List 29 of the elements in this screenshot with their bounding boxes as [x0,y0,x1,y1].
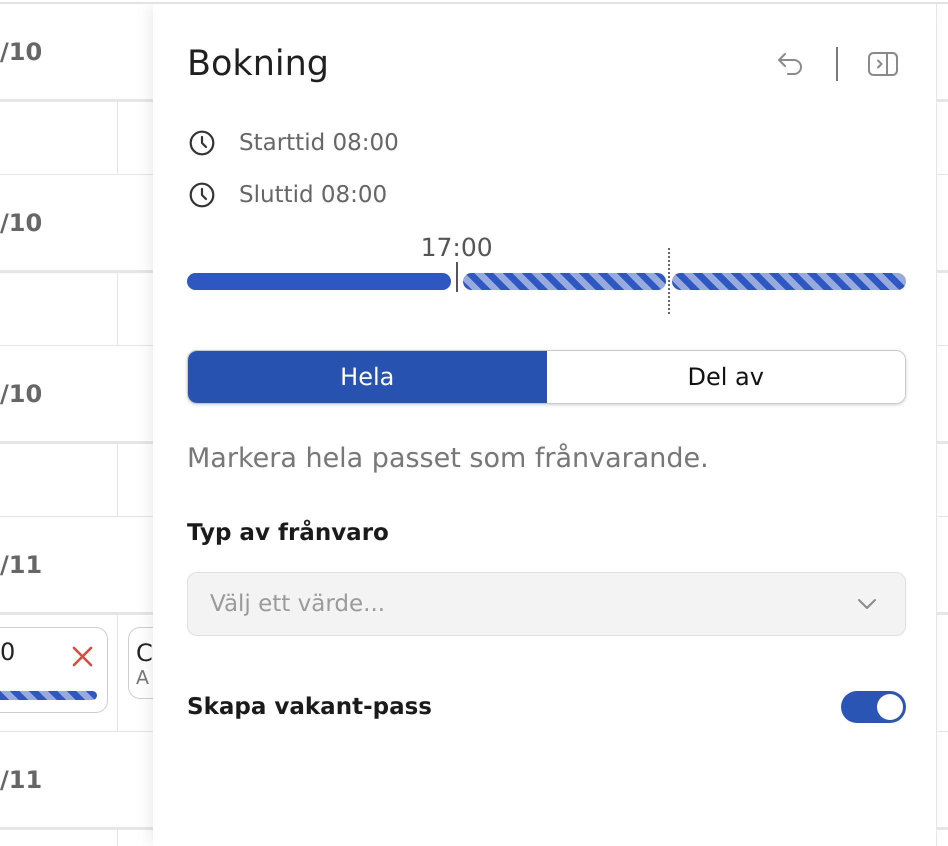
description-text: Markera hela passet som frånvarande. [187,443,710,475]
date-label: /10 [0,380,42,408]
shift-card[interactable]: C A [128,627,153,699]
mode-tab[interactable]: Hela [188,351,546,403]
clock-icon [189,130,215,156]
shift-time: 0 [0,638,16,666]
side-panel-icon[interactable] [868,52,898,76]
dotted-line [668,248,670,314]
absence-type-select[interactable]: Välj ett värde... [187,572,906,636]
date-label: /10 [0,38,42,66]
time-text: Starttid 08:00 [239,130,399,156]
time-text: Sluttid 08:00 [239,182,388,208]
date-label: /10 [0,208,42,236]
cross-icon[interactable] [72,646,93,666]
field-label: Typ av frånvaro [187,518,389,548]
panel-title: Bokning [187,44,329,84]
undo-icon[interactable] [776,51,804,77]
shift-card[interactable]: 0 [0,627,108,713]
clock-icon [189,182,215,208]
time-marker [456,262,458,292]
time-label: 17:00 [420,234,493,262]
mode-tab[interactable]: Del av [546,351,905,403]
date-label: /11 [0,766,42,794]
toggle-switch[interactable] [841,691,906,723]
shift-time: C [136,639,153,667]
toggle-label: Skapa vakant-pass [187,694,432,720]
chevron-icon [857,598,877,610]
shift-label: A [136,667,150,689]
date-label: /11 [0,550,42,578]
